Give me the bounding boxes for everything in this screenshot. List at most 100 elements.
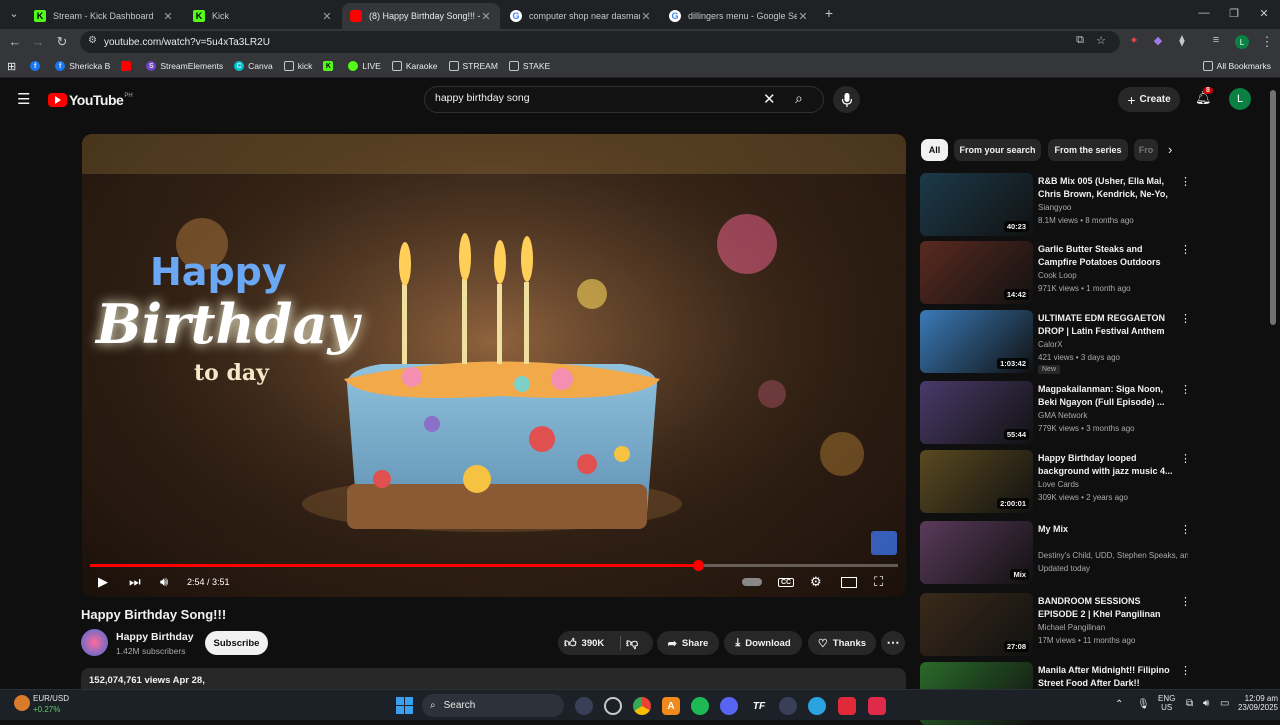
create-button[interactable]: + Create [1118, 87, 1180, 112]
video-thumbnail[interactable]: 40:23 [920, 173, 1033, 236]
chip-from-the-series[interactable]: From the series [1048, 139, 1128, 161]
profile-avatar[interactable]: L [1235, 35, 1249, 49]
app-icon[interactable] [868, 697, 886, 715]
recommendation-title[interactable]: My Mix [1038, 523, 1174, 536]
close-tab-icon[interactable]: ✕ [480, 10, 492, 23]
more-vertical-icon[interactable]: ⋮ [1180, 664, 1191, 677]
video-thumbnail[interactable]: 55:44 [920, 381, 1033, 444]
notifications-button[interactable]: 🔔︎ 8 [1195, 87, 1213, 106]
recommendation-title[interactable]: BANDROOM SESSIONS EPISODE 2 | Khel Pangi… [1038, 595, 1174, 621]
more-vertical-icon[interactable]: ⋮ [1180, 383, 1191, 396]
close-tab-icon[interactable]: ✕ [162, 10, 174, 23]
clear-search-icon[interactable]: ✕ [763, 90, 776, 108]
search-icon[interactable]: ⌕ [795, 90, 803, 107]
bookmark-item[interactable]: S StreamElements [146, 61, 223, 71]
recommendation-channel[interactable]: Cook Loop [1038, 271, 1188, 280]
more-vertical-icon[interactable]: ⋮ [1180, 175, 1191, 188]
app-icon[interactable] [838, 697, 856, 715]
chevron-right-icon[interactable]: › [1168, 142, 1172, 157]
recommendation-channel[interactable]: CalorX [1038, 340, 1188, 349]
all-bookmarks[interactable]: All Bookmarks [1202, 61, 1271, 71]
forward-icon[interactable]: → [29, 34, 47, 49]
hamburger-menu-icon[interactable]: ☰ [17, 90, 30, 108]
volume-button[interactable]: 🔊︎ [160, 573, 168, 591]
discord-icon[interactable] [720, 697, 738, 715]
recommendation-channel[interactable]: Love Cards [1038, 480, 1188, 489]
recommendation-channel[interactable]: GMA Network [1038, 411, 1188, 420]
channel-name[interactable]: Happy Birthday [116, 631, 194, 643]
bookmark-youtube[interactable] [121, 61, 135, 71]
scrollbar-thumb[interactable] [1270, 90, 1276, 325]
recommendation-title[interactable]: R&B Mix 005 (Usher, Ella Mai, Chris Brow… [1038, 175, 1174, 201]
recommendation-title[interactable]: Magpakailanman: Siga Noon, Beki Ngayon (… [1038, 383, 1174, 409]
tray-overflow-icon[interactable]: ⌃ [1115, 699, 1123, 710]
video-player[interactable]: Happy Birthday to day ▶ ⏭ 🔊︎ 2:54 / 3:51… [82, 134, 906, 597]
back-icon[interactable]: ← [6, 34, 24, 49]
theater-mode-button[interactable] [841, 573, 857, 591]
app-icon[interactable]: TF [750, 697, 768, 715]
extension-icon[interactable]: ✦ [1125, 34, 1143, 47]
recommendation-title[interactable]: ULTIMATE EDM REGGAETON DROP | Latin Fest… [1038, 312, 1174, 338]
close-tab-icon[interactable]: ✕ [321, 10, 333, 23]
browser-tab[interactable]: G computer shop near dasmariñas ✕ [502, 3, 660, 29]
more-vertical-icon[interactable]: ⋮ [1180, 595, 1191, 608]
browser-tab[interactable]: K Stream - Kick Dashboard ✕ [26, 3, 182, 29]
telegram-icon[interactable] [808, 697, 826, 715]
recommendation-item[interactable]: 2:00:01 Happy Birthday looped background … [920, 450, 1191, 513]
video-thumbnail[interactable]: 27:08 [920, 593, 1033, 656]
recommendation-channel[interactable]: Michael Pangilinan [1038, 623, 1188, 632]
extensions-puzzle-icon[interactable]: ⧫ [1173, 34, 1191, 47]
language-indicator[interactable]: ENG US [1158, 694, 1175, 712]
weather-ticker-icon[interactable] [14, 695, 30, 711]
bookmark-folder[interactable]: Karaoke [391, 61, 438, 71]
address-bar[interactable]: ⚙ youtube.com/watch?v=5u4xTa3LR2U ⧉ ☆ [80, 31, 1120, 53]
video-progress-bar[interactable] [90, 560, 898, 571]
volume-tray-icon[interactable]: 🔊︎ [1203, 698, 1209, 709]
bookmark-item[interactable]: C Canva [234, 61, 273, 71]
windows-start-icon[interactable] [396, 697, 413, 714]
display-tray-icon[interactable]: ⧉ [1186, 698, 1193, 709]
bookmark-item[interactable]: kick [283, 61, 312, 71]
taskbar-search[interactable]: ⌕ Search [422, 694, 564, 717]
minimize-icon[interactable]: — [1194, 7, 1214, 19]
maximize-icon[interactable]: ❐ [1224, 7, 1244, 20]
share-button[interactable]: ➦ Share [657, 631, 719, 655]
video-thumbnail[interactable]: 14:42 [920, 241, 1033, 304]
ticker-label[interactable]: EUR/USD [33, 694, 69, 703]
chip-from-your-search[interactable]: From your search [954, 139, 1041, 161]
app-icon[interactable] [575, 697, 593, 715]
app-icon[interactable]: A [662, 697, 680, 715]
next-button[interactable]: ⏭ [129, 573, 141, 591]
site-info-icon[interactable]: ⚙ [88, 35, 97, 46]
tab-search-icon[interactable]: ⌄ [4, 7, 24, 20]
app-icon[interactable] [779, 697, 797, 715]
bookmark-folder[interactable]: STAKE [508, 61, 550, 71]
youtube-logo[interactable]: YouTube PH [48, 92, 133, 108]
close-window-icon[interactable]: ✕ [1254, 7, 1274, 20]
recommendation-item[interactable]: 14:42 Garlic Butter Steaks and Campfire P… [920, 241, 1191, 304]
captions-button[interactable]: CC [778, 573, 795, 591]
recommendation-channel[interactable]: Destiny's Child, UDD, Stephen Speaks, an… [1038, 551, 1188, 560]
chip-all[interactable]: All [921, 139, 948, 161]
bookmark-facebook[interactable]: f [30, 61, 44, 71]
bookmark-item[interactable]: LIVE [348, 61, 381, 71]
more-vertical-icon[interactable]: ⋮ [1180, 243, 1191, 256]
voice-search-button[interactable] [833, 86, 860, 113]
more-actions-button[interactable]: ⋯ [881, 631, 905, 655]
recommendation-item[interactable]: 55:44 Magpakailanman: Siga Noon, Beki Nga… [920, 381, 1191, 444]
browser-tab[interactable]: G dillingers menu - Google Search ✕ [661, 3, 817, 29]
install-app-icon[interactable]: ⧉ [1076, 34, 1084, 47]
channel-avatar[interactable] [81, 629, 108, 656]
bookmark-kick[interactable]: K [323, 61, 337, 71]
recommendation-title[interactable]: Garlic Butter Steaks and Campfire Potato… [1038, 243, 1174, 269]
play-button[interactable]: ▶ [98, 573, 108, 591]
close-tab-icon[interactable]: ✕ [797, 10, 809, 23]
bookmark-folder[interactable]: STREAM [448, 61, 498, 71]
chrome-menu-icon[interactable]: ⋮ [1258, 34, 1276, 50]
recommendation-item[interactable]: 1:03:42 ULTIMATE EDM REGGAETON DROP | Lat… [920, 310, 1191, 374]
apps-grid-icon[interactable]: ⊞ [7, 60, 16, 73]
bookmark-star-icon[interactable]: ☆ [1096, 34, 1106, 47]
autoplay-toggle[interactable] [742, 573, 762, 591]
recommendation-item[interactable]: 40:23 R&B Mix 005 (Usher, Ella Mai, Chris… [920, 173, 1191, 236]
settings-button[interactable]: ⚙ [810, 573, 822, 591]
